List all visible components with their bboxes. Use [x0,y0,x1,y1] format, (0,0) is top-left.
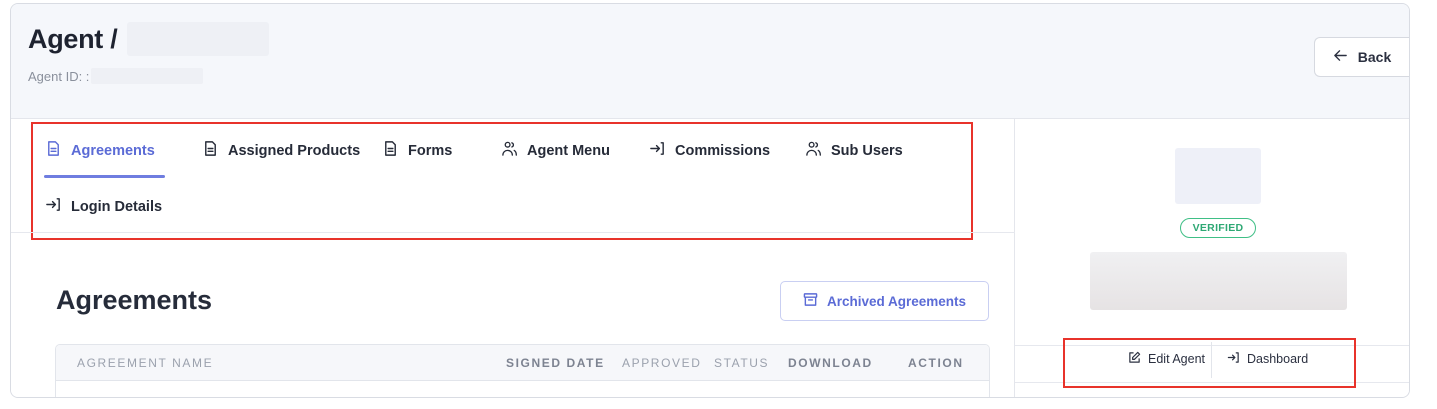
column-header-approved[interactable]: APPROVED [622,356,702,370]
archive-icon [803,292,818,310]
redacted-agent-id [91,68,204,84]
document-icon [382,140,399,161]
dashboard-label: Dashboard [1247,352,1309,366]
tab-login-details[interactable]: Login Details [45,196,162,217]
edit-agent-label: Edit Agent [1148,352,1205,366]
tab-label: Forms [408,142,453,159]
main-panel: Agreements Assigned Products Forms Agent… [11,118,1015,397]
tab-assigned-products[interactable]: Assigned Products [202,140,360,161]
agent-id-label: Agent ID: : [28,68,90,84]
column-header-action[interactable]: ACTION [908,356,964,370]
login-arrow-icon [649,140,666,161]
agreements-table: AGREEMENT NAME SIGNED DATE APPROVED STAT… [55,344,990,397]
column-header-status[interactable]: STATUS [714,356,769,370]
edit-agent-button[interactable]: Edit Agent [1128,351,1205,367]
column-header-agreement-name[interactable]: AGREEMENT NAME [77,356,213,370]
app-window: Agent / Agent ID: : Back Agreements Assi… [10,3,1410,398]
page-header: Agent / Agent ID: : Back [11,4,1409,118]
document-icon [45,140,62,161]
active-tab-indicator [44,175,165,178]
users-icon [805,140,822,161]
tab-label: Login Details [71,198,163,215]
tabs-divider [11,232,1015,233]
arrow-left-icon [1333,48,1348,66]
archived-agreements-button[interactable]: Archived Agreements [780,281,989,321]
redacted-agent-info [1090,252,1347,310]
tab-agreements[interactable]: Agreements [45,140,155,161]
tab-forms[interactable]: Forms [382,140,452,161]
tab-agent-menu[interactable]: Agent Menu [501,140,610,161]
tab-label: Agreements [71,142,155,159]
agent-id-row: Agent ID: : [28,68,204,84]
tab-label: Agent Menu [527,142,610,159]
table-header: AGREEMENT NAME SIGNED DATE APPROVED STAT… [56,345,989,381]
page-title: Agent / [28,23,118,54]
tab-label: Sub Users [831,142,903,159]
column-header-download[interactable]: DOWNLOAD [788,356,873,370]
tab-sub-users[interactable]: Sub Users [805,140,903,161]
tab-label: Commissions [675,142,771,159]
actions-separator [1211,342,1212,378]
status-badge: VERIFIED [1180,218,1256,238]
login-arrow-icon [45,196,62,217]
back-label: Back [1357,49,1392,65]
avatar [1175,148,1261,204]
section-title: Agreements [56,285,213,315]
agent-profile-panel: VERIFIED Edit Agent Dashboard [1015,118,1409,397]
document-icon [202,140,219,161]
tab-label: Assigned Products [228,142,361,159]
title-row: Agent / [28,22,270,56]
edit-icon [1128,351,1141,367]
back-button[interactable]: Back [1314,37,1409,77]
column-header-signed-date[interactable]: SIGNED DATE [506,356,605,370]
archived-agreements-label: Archived Agreements [826,293,967,309]
login-arrow-icon [1227,351,1240,367]
actions-highlight-box [1063,338,1356,388]
redacted-agent-name [127,22,270,56]
dashboard-button[interactable]: Dashboard [1227,351,1308,367]
tab-commissions[interactable]: Commissions [649,140,770,161]
users-icon [501,140,518,161]
